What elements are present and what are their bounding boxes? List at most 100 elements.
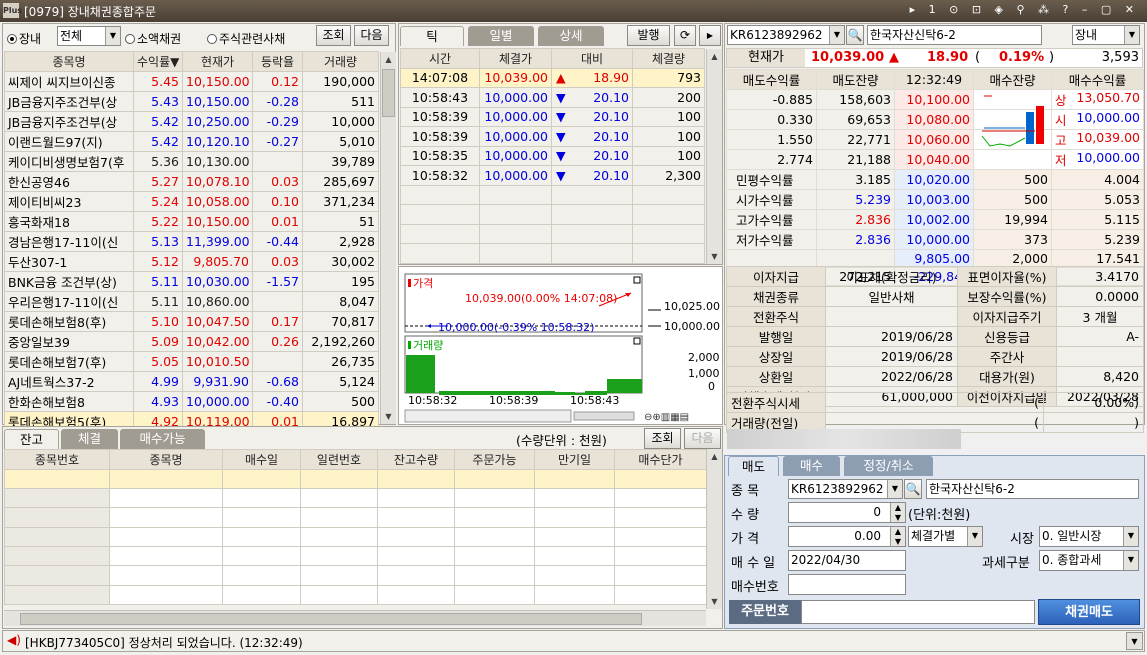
column-header[interactable]: 만기일 [534, 449, 615, 470]
chevron-down-icon[interactable]: ▼ [1126, 632, 1143, 650]
radio-onexchange[interactable]: 장내 [7, 30, 41, 47]
tick-row[interactable]: 14:07:08 10,039.00 ▲ 18.90 793 [400, 67, 705, 88]
table-row[interactable]: 씨제이 씨지브이신종 5.45 10,150.00 0.12 190,000 [4, 70, 379, 92]
column-header[interactable]: 종목명 [109, 449, 223, 470]
stepper-icon[interactable]: ▲ ▼ [890, 527, 905, 546]
search-icon[interactable]: 🔍 [846, 25, 864, 45]
column-header[interactable]: 매수단가 [614, 449, 707, 470]
bid-row[interactable]: 고가수익률 2.836 10,002.00 19,994 5.115 [726, 209, 1144, 230]
tick-scrollbar[interactable]: ▲ ▼ [706, 49, 722, 264]
market-select[interactable]: 장내 ▼ [1072, 25, 1140, 45]
column-header[interactable]: 매수일 [222, 449, 301, 470]
holdings-row[interactable] [4, 565, 707, 586]
tab-modify-cancel[interactable]: 정정/취소 [844, 456, 933, 476]
tab-balance[interactable]: 잔고 [4, 429, 59, 449]
tab-executions[interactable]: 체결 [61, 429, 118, 449]
holdings-row[interactable] [4, 546, 707, 567]
tick-row[interactable] [400, 243, 705, 264]
tick-row[interactable] [400, 223, 705, 244]
column-header[interactable]: 시간 [400, 48, 480, 69]
tab-detail[interactable]: 상세 [538, 26, 604, 46]
bond-sell-button[interactable]: 채권매도 [1038, 599, 1140, 625]
scroll-down-icon[interactable]: ▼ [381, 409, 396, 424]
tab-sell[interactable]: 매도 [728, 456, 779, 476]
order-market-select[interactable]: 0. 일반시장 ▼ [1039, 526, 1139, 547]
column-header[interactable]: 체결량 [632, 48, 705, 69]
ask-row[interactable]: 2.774 21,188 10,040.00 저 10,000.00 [726, 149, 1144, 170]
qty-input[interactable]: 0 ▲ ▼ [788, 502, 906, 523]
stepper-icon[interactable]: ▲ ▼ [890, 503, 905, 522]
holdings-scrollbar[interactable]: ▲ ▼ [706, 449, 722, 609]
ask-row[interactable]: 0.330 69,653 10,080.00 시 10,000.00 [726, 109, 1144, 130]
next-button[interactable]: 다음 [354, 25, 389, 46]
scroll-up-icon[interactable]: ▲ [707, 449, 722, 464]
table-row[interactable]: 한화손해보험8 4.93 10,000.00 -0.40 500 [4, 390, 379, 412]
table-row[interactable]: 롯데손해보험8(후) 5.10 10,047.50 0.17 70,817 [4, 310, 379, 332]
tab-buy[interactable]: 매수 [783, 456, 840, 476]
tab-tick[interactable]: 틱 [400, 26, 464, 46]
table-row[interactable]: 흥국화재18 5.22 10,150.00 0.01 51 [4, 210, 379, 232]
buy-number-input[interactable] [788, 574, 906, 595]
hscroll-thumb[interactable] [20, 613, 642, 625]
bond-code-input[interactable]: KR6123892962 ▼ [727, 25, 845, 45]
tick-row[interactable]: 10:58:43 10,000.00 ▼ 20.10 200 [400, 87, 705, 108]
issue-button[interactable]: 발행 [627, 25, 670, 46]
column-header[interactable]: 주문가능 [454, 449, 535, 470]
next-button[interactable]: 다음 [684, 428, 721, 449]
column-header[interactable]: 거래량 [302, 51, 379, 72]
play-icon[interactable]: ▶ [699, 25, 721, 46]
table-row[interactable]: 롯데손해보험7(후) 5.05 10,010.50 26,735 [4, 350, 379, 372]
tab-buyable[interactable]: 매수가능 [120, 429, 205, 449]
holdings-row[interactable] [4, 526, 707, 548]
column-header[interactable]: 대비 [551, 48, 633, 69]
scroll-down-icon[interactable]: ▼ [707, 249, 722, 264]
holdings-row[interactable] [4, 487, 707, 509]
table-row[interactable]: 우리은행17-11이(신 5.11 10,860.00 8,047 [4, 290, 379, 312]
query-button[interactable]: 조회 [316, 25, 351, 46]
column-header[interactable]: 종목명 [4, 51, 134, 72]
ask-row[interactable]: -0.885 158,603 10,100.00 상 13,050.70 [726, 89, 1144, 110]
column-header[interactable]: 일련번호 [300, 449, 378, 470]
bond-list-scrollbar[interactable]: ▲ ▼ [380, 52, 396, 424]
table-row[interactable]: AJ네트웍스37-2 4.99 9,931.90 -0.68 5,124 [4, 370, 379, 392]
tick-row[interactable] [400, 184, 705, 205]
table-row[interactable]: JB금융지주조건부(상 5.43 10,150.00 -0.28 511 [4, 90, 379, 112]
table-row[interactable]: JB금융지주조건부(상 5.42 10,250.00 -0.29 10,000 [4, 110, 379, 132]
column-header[interactable]: 현재가 [182, 51, 253, 72]
holdings-row[interactable] [4, 584, 707, 606]
buy-date-input[interactable]: 2022/04/30 [788, 550, 906, 571]
table-row[interactable]: 한신공영46 5.27 10,078.10 0.03 285,697 [4, 170, 379, 192]
search-icon[interactable]: 🔍 [904, 479, 922, 499]
column-header[interactable]: 체결가 [479, 48, 552, 69]
tick-row[interactable]: 10:58:32 10,000.00 ▼ 20.10 2,300 [400, 165, 705, 186]
tick-row[interactable]: 10:58:39 10,000.00 ▼ 20.10 100 [400, 126, 705, 147]
scroll-down-icon[interactable]: ▼ [707, 594, 722, 609]
bid-row[interactable]: 민평수익률 3.185 10,020.00 500 4.004 [726, 169, 1144, 190]
table-row[interactable]: 경남은행17-11이(신 5.13 11,399.00 -0.44 2,928 [4, 230, 379, 252]
table-row[interactable]: 이랜드월드97(지) 5.42 10,120.10 -0.27 5,010 [4, 130, 379, 152]
scroll-up-icon[interactable]: ▲ [707, 49, 722, 64]
query-button[interactable]: 조회 [644, 428, 681, 449]
refresh-icon[interactable]: ⟳ [674, 25, 696, 46]
column-header[interactable]: 종목번호 [4, 449, 110, 470]
tax-select[interactable]: 0. 종합과세 ▼ [1039, 550, 1139, 571]
radio-small-bond[interactable]: 소액채권 [125, 30, 181, 47]
tick-row[interactable] [400, 204, 705, 225]
column-header[interactable]: 등락율 [252, 51, 303, 72]
market-select[interactable]: 전체 ▼ [57, 26, 121, 46]
price-input[interactable]: 0.00 ▲ ▼ [788, 526, 906, 547]
radio-equity-linked[interactable]: 주식관련사채 [207, 30, 285, 47]
table-row[interactable]: 중앙일보39 5.09 10,042.00 0.26 2,192,260 [4, 330, 379, 352]
tick-row[interactable]: 10:58:39 10,000.00 ▼ 20.10 100 [400, 106, 705, 127]
scroll-thumb[interactable] [382, 69, 395, 117]
table-row[interactable]: BNK금융 조건부(상) 5.11 10,030.00 -1.57 195 [4, 270, 379, 292]
holdings-row[interactable] [4, 507, 707, 528]
table-row[interactable]: 케이디비생명보험7(후 5.36 10,130.00 39,789 [4, 150, 379, 172]
table-row[interactable]: 두산307-1 5.12 9,805.70 0.03 30,002 [4, 250, 379, 272]
scroll-up-icon[interactable]: ▲ [381, 52, 396, 67]
column-header[interactable]: 수익률▼ [133, 51, 183, 72]
table-row[interactable]: 제이티비씨23 5.24 10,058.00 0.10 371,234 [4, 190, 379, 212]
tick-row[interactable]: 10:58:35 10,000.00 ▼ 20.10 100 [400, 145, 705, 166]
order-code-input[interactable]: KR6123892962 ▼ [788, 479, 903, 499]
bid-row[interactable]: 저가수익률 2.836 10,000.00 373 5.239 [726, 229, 1144, 250]
